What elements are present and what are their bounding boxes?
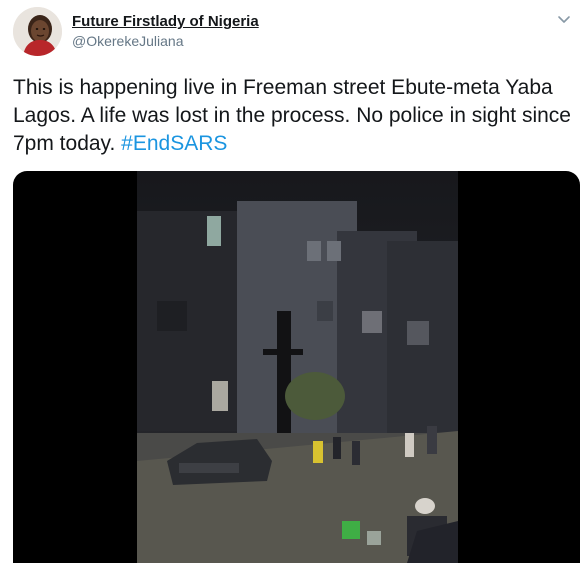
chevron-down-icon[interactable] (555, 10, 573, 28)
display-name[interactable]: Future Firstlady of Nigeria (72, 13, 259, 30)
hashtag-link[interactable]: #EndSARS (121, 132, 227, 155)
tweet-body: This is happening live in Freeman street… (13, 76, 571, 155)
tweet-text: This is happening live in Freeman street… (13, 74, 573, 158)
video-media[interactable] (13, 171, 580, 563)
video-frame[interactable] (137, 171, 458, 563)
tweet-card: Future Firstlady of Nigeria @OkerekeJuli… (0, 0, 581, 563)
avatar[interactable] (13, 7, 62, 56)
user-handle[interactable]: @OkerekeJuliana (72, 33, 184, 49)
